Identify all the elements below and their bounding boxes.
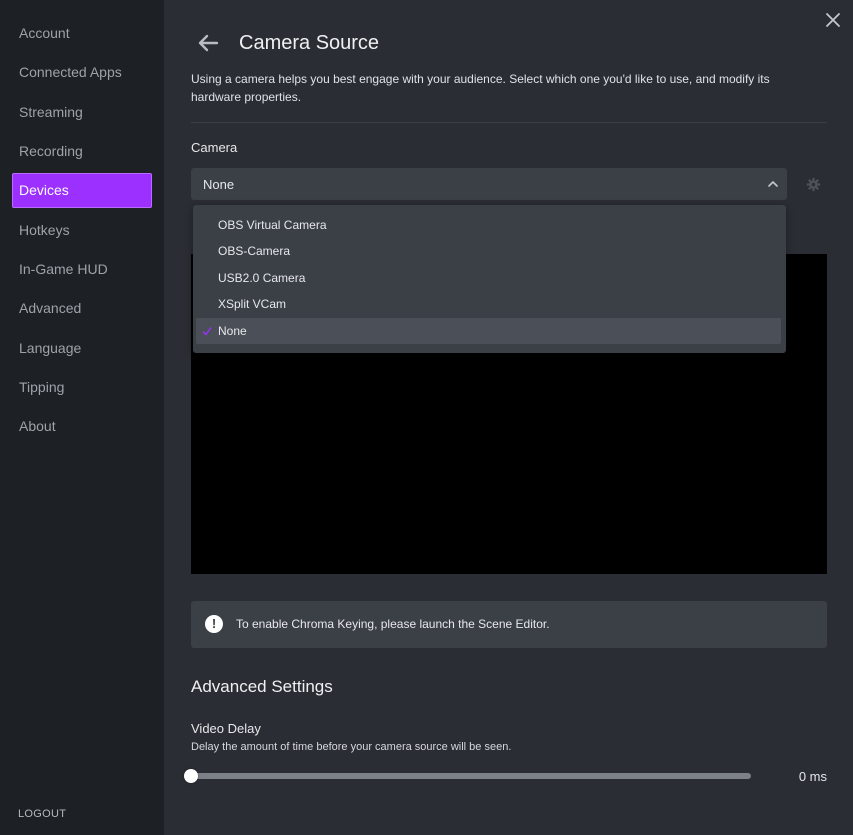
video-delay-slider[interactable]	[184, 769, 751, 783]
camera-option-xsplit-vcam[interactable]: XSplit VCam	[196, 291, 781, 317]
sidebar-item-recording[interactable]: Recording	[12, 134, 152, 169]
chroma-key-info-banner: ! To enable Chroma Keying, please launch…	[191, 601, 827, 648]
chevron-up-icon	[768, 181, 778, 187]
sidebar-item-tipping[interactable]: Tipping	[12, 370, 152, 405]
camera-option-obs-virtual-camera[interactable]: OBS Virtual Camera	[196, 212, 781, 238]
sidebar-item-devices[interactable]: Devices	[12, 173, 152, 208]
back-arrow-icon[interactable]	[197, 33, 219, 53]
sidebar-item-about[interactable]: About	[12, 409, 152, 444]
close-icon[interactable]	[824, 11, 842, 29]
sidebar-item-in-game-hud[interactable]: In-Game HUD	[12, 252, 152, 287]
video-delay-slider-thumb[interactable]	[184, 769, 198, 783]
info-text: To enable Chroma Keying, please launch t…	[236, 617, 550, 631]
divider	[191, 122, 827, 123]
camera-option-label: OBS-Camera	[218, 244, 291, 258]
camera-select-value: None	[203, 177, 235, 192]
sidebar-item-account[interactable]: Account	[12, 16, 152, 51]
checkmark-icon	[202, 327, 212, 336]
sidebar: Account Connected Apps Streaming Recording D…	[0, 0, 164, 835]
camera-option-label: OBS Virtual Camera	[218, 218, 327, 232]
sidebar-item-hotkeys[interactable]: Hotkeys	[12, 213, 152, 248]
video-delay-description: Delay the amount of time before your cam…	[191, 741, 512, 753]
camera-dropdown-menu: OBS Virtual Camera OBS-Camera USB2.0 Camer…	[193, 205, 786, 353]
sidebar-item-advanced[interactable]: Advanced	[12, 291, 152, 326]
advanced-settings-title: Advanced Settings	[191, 677, 333, 696]
video-delay-value: 0 ms	[798, 769, 827, 784]
gear-icon[interactable]	[806, 177, 821, 192]
info-alert-icon: !	[205, 615, 223, 633]
camera-label: Camera	[191, 140, 238, 155]
sidebar-item-streaming[interactable]: Streaming	[12, 95, 152, 130]
sidebar-item-language[interactable]: Language	[12, 331, 152, 366]
logout-button[interactable]: LOGOUT	[18, 808, 66, 820]
camera-option-usb2-0-camera[interactable]: USB2.0 Camera	[196, 265, 781, 291]
page-description: Using a camera helps you best engage wit…	[191, 72, 770, 104]
camera-option-label: XSplit VCam	[218, 297, 287, 311]
camera-option-label: None	[218, 324, 247, 338]
page-title: Camera Source	[239, 32, 380, 54]
sidebar-item-connected-apps[interactable]: Connected Apps	[12, 55, 152, 90]
camera-option-obs-camera[interactable]: OBS-Camera	[196, 238, 781, 264]
camera-select[interactable]: None	[191, 168, 787, 200]
video-delay-label: Video Delay	[191, 721, 261, 736]
camera-option-none[interactable]: None	[196, 318, 781, 344]
camera-option-label: USB2.0 Camera	[218, 271, 306, 285]
